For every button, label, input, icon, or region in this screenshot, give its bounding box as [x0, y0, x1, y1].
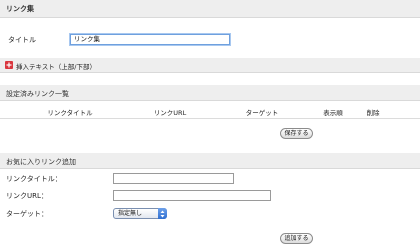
link-url-label: リンクURL： — [6, 192, 48, 200]
target-select[interactable]: 指定無し — [113, 208, 167, 219]
insert-text-bar[interactable]: 挿入テキスト（上部/下部） — [0, 58, 420, 73]
save-button[interactable]: 保存する — [280, 128, 313, 139]
add-button[interactable]: 追加する — [280, 233, 313, 244]
plus-icon[interactable] — [5, 61, 13, 69]
link-url-input[interactable] — [113, 190, 271, 201]
link-title-label: リンクタイトル： — [6, 175, 62, 183]
column-link-title: リンクタイトル — [47, 109, 93, 117]
title-label: タイトル — [8, 36, 36, 44]
table-divider — [0, 118, 420, 119]
column-target: ターゲット — [245, 109, 279, 117]
target-selected-value: 指定無し — [118, 210, 143, 217]
link-title-input[interactable] — [113, 173, 234, 184]
insert-text-label[interactable]: 挿入テキスト（上部/下部） — [16, 61, 96, 71]
title-input[interactable]: リンク集 — [70, 34, 230, 45]
configured-list-title: 設定済みリンク一覧 — [6, 90, 69, 98]
chevron-updown-icon[interactable] — [158, 208, 167, 219]
add-favorite-bar: お気に入りリンク追加 — [0, 153, 420, 169]
header-bar: リンク集 — [0, 0, 420, 18]
page-title: リンク集 — [6, 5, 34, 13]
column-link-url: リンクURL — [153, 109, 187, 117]
configured-list-bar: 設定済みリンク一覧 — [0, 85, 420, 101]
column-display-order: 表示順 — [323, 109, 343, 117]
column-delete: 削除 — [366, 109, 380, 117]
add-favorite-title: お気に入りリンク追加 — [6, 158, 76, 166]
target-label: ターゲット： — [6, 210, 48, 218]
